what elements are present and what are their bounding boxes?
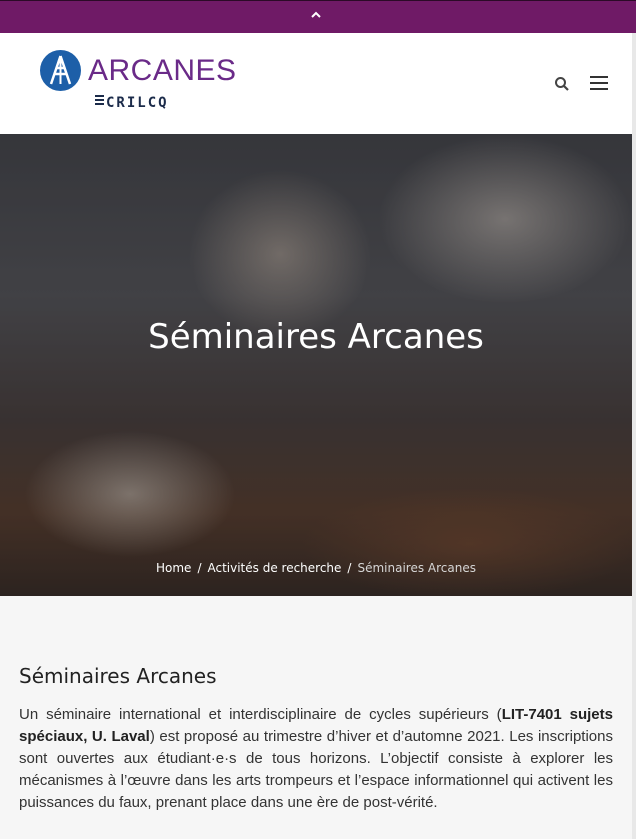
hamburger-menu-icon[interactable] [590, 76, 608, 92]
breadcrumb-home-link[interactable]: Home [156, 561, 191, 575]
logo-subtitle: CRILCQ [106, 95, 169, 111]
top-bar [0, 0, 636, 33]
breadcrumb-current: Séminaires Arcanes [357, 561, 476, 575]
intro-paragraph: Un séminaire international et interdisci… [19, 704, 613, 814]
hero-banner: Séminaires Arcanes Home / Activités de rec… [0, 134, 632, 596]
hero-image [0, 134, 632, 596]
section-heading: Séminaires Arcanes [19, 664, 217, 688]
chevron-up-icon[interactable] [308, 7, 324, 23]
site-header: ARCANES CRILCQ [0, 33, 636, 134]
page-title: Séminaires Arcanes [148, 317, 484, 357]
search-icon[interactable] [554, 76, 570, 92]
intro-text-part1: Un séminaire international et interdisci… [19, 706, 502, 723]
main-content: Séminaires Arcanes Un séminaire internat… [19, 662, 613, 814]
breadcrumb: Home / Activités de recherche / Séminaires A… [0, 561, 632, 575]
logo-sub-icon [95, 95, 104, 105]
site-logo[interactable]: ARCANES CRILCQ [40, 49, 240, 115]
breadcrumb-separator: / [197, 561, 202, 575]
logo-emblem-icon [40, 50, 81, 91]
breadcrumb-separator: / [347, 561, 352, 575]
logo-wordmark: ARCANES [88, 54, 237, 87]
breadcrumb-section-link[interactable]: Activités de recherche [207, 561, 341, 575]
page-scrollbar[interactable] [632, 33, 636, 839]
